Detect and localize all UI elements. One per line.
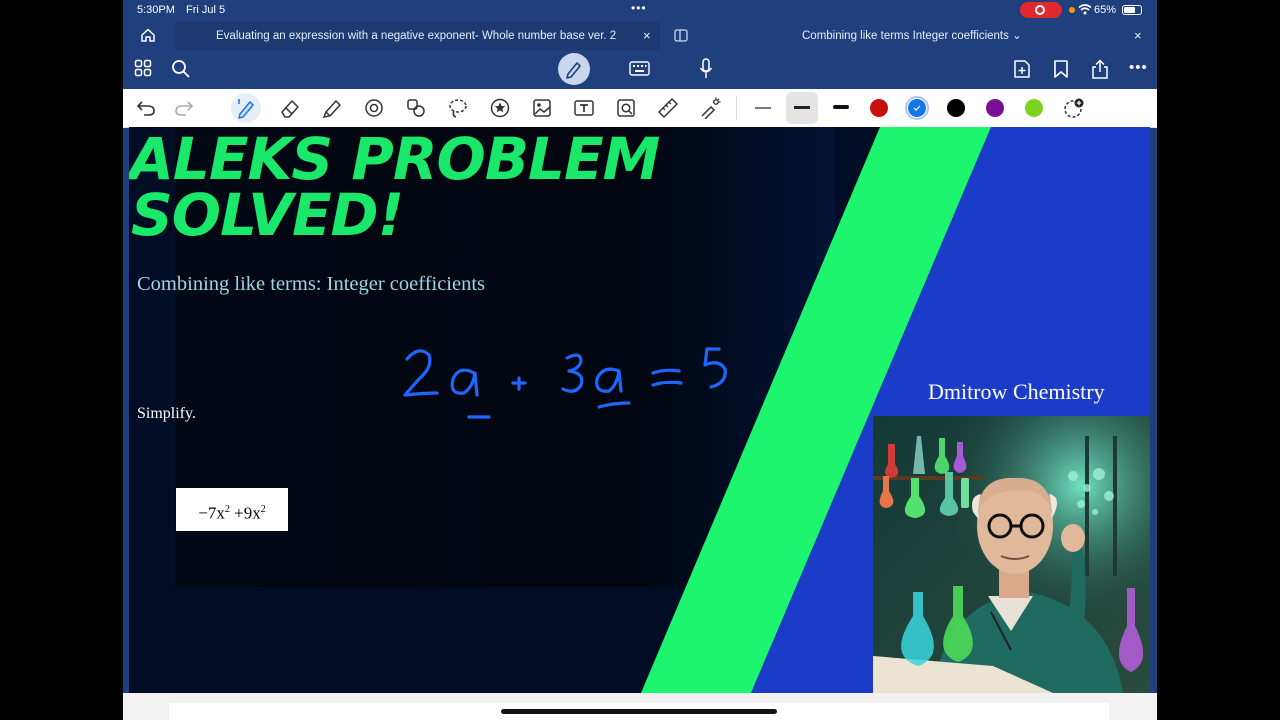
expr-term2: +9x [229,503,261,523]
laser-icon[interactable] [699,97,721,119]
color-purple-swatch[interactable] [986,99,1004,117]
microphone-icon[interactable] [699,58,713,80]
tab-negative-exponent[interactable]: Evaluating an expression with a negative… [175,22,660,50]
slide-title-line2: SOLVED! [131,181,404,249]
home-indicator[interactable] [501,709,777,714]
bookmark-icon[interactable] [1053,59,1069,79]
status-date: Fri Jul 5 [186,4,226,16]
status-time: 5:30PM [137,4,175,16]
author-name: Dmitrow Chemistry [928,379,1105,404]
slide-title-line1: ALEKS PROBLEM [129,127,660,193]
tab-title: Evaluating an expression with a negative… [216,30,617,42]
chemist-illustration [873,416,1150,693]
color-red-swatch[interactable] [870,99,888,117]
color-green-swatch[interactable] [1025,99,1043,117]
wifi-icon [1078,4,1092,15]
color-blue-swatch[interactable] [908,99,926,117]
main-toolbar: ••• [123,50,1157,89]
ruler-icon[interactable] [657,97,679,119]
elements-icon[interactable] [405,97,427,119]
add-color-icon[interactable] [1063,97,1085,119]
instruction-simplify: Simplify. [137,405,196,422]
slide-subtitle: Combining like terms: Integer coefficien… [137,273,486,295]
keyboard-icon[interactable] [629,61,650,76]
image-icon[interactable] [531,97,553,119]
drawing-toolbar [123,89,1157,128]
more-icon[interactable]: ••• [1129,59,1148,76]
share-icon[interactable] [1090,59,1110,80]
pen-mode-icon [566,62,581,79]
tab-combining-like-terms[interactable]: Combining like terms Integer coefficient… [668,22,1157,50]
expr-exp2: 2 [260,504,266,515]
pen-tool-button[interactable] [231,93,261,123]
toolbar-divider [736,96,737,120]
screen-record-indicator[interactable] [1020,2,1062,18]
add-page-icon[interactable] [1013,59,1031,79]
thickness-medium[interactable] [786,92,818,124]
handwritten-equation: 2a + 3a = 5 [129,127,130,128]
highlighter-icon[interactable] [321,97,343,119]
tab-bar: Evaluating an expression with a negative… [123,22,1157,50]
thickness-thin[interactable] [755,107,771,109]
camera-icon[interactable] [615,97,637,119]
tab-close-button[interactable]: × [1134,22,1142,50]
thickness-thick[interactable] [833,105,849,109]
eraser-icon[interactable] [279,97,301,119]
battery-icon [1122,5,1142,15]
checkmark-icon [913,105,921,111]
shapes-icon[interactable] [363,97,385,119]
expression-box: −7x2 +9x2 [176,488,288,531]
undo-icon[interactable] [136,100,156,116]
page-below [123,693,1157,720]
sticker-icon[interactable] [489,97,511,119]
tab-close-button[interactable]: × [643,22,651,50]
record-icon [1035,5,1045,15]
color-black-swatch[interactable] [947,99,965,117]
grid-icon[interactable] [134,59,152,77]
pen-mode-button[interactable] [558,53,590,85]
expr-term1: −7x [198,503,225,523]
multitasking-dots[interactable]: ••• [631,1,647,15]
battery-percent: 65% [1094,4,1117,16]
home-icon[interactable] [140,27,156,43]
slide-page[interactable]: ALEKS PROBLEM SOLVED! Combining like ter… [129,127,1150,693]
lasso-icon[interactable] [447,97,469,119]
text-icon[interactable] [573,97,595,119]
mic-in-use-dot [1069,7,1075,13]
redo-icon[interactable] [174,100,194,116]
status-bar: 5:30PM Fri Jul 5 ••• 65% [123,0,1157,22]
tab-title: Combining like terms Integer coefficient… [802,30,1022,42]
search-icon[interactable] [171,59,190,78]
pen-icon [238,99,254,119]
ipad-screen: 5:30PM Fri Jul 5 ••• 65% Evaluating an e… [123,0,1157,720]
